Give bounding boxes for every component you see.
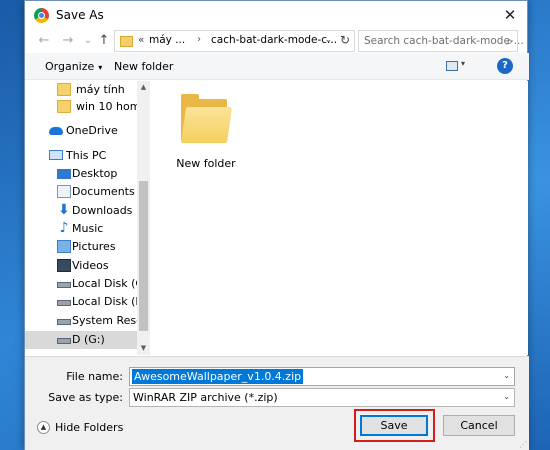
pictures-icon xyxy=(57,240,71,253)
caret-down-icon: ▾ xyxy=(98,63,103,72)
nav-item-d-g[interactable]: D (G:) xyxy=(25,331,137,349)
dialog-title: Save As xyxy=(56,8,104,22)
address-bar[interactable]: « máy ... › cach-bat-dark-mode-c... ⌄ ↻ xyxy=(114,30,355,52)
folder-icon xyxy=(57,100,71,113)
nav-item-local-disk-c[interactable]: Local Disk (C:) xyxy=(25,275,150,293)
search-input[interactable]: Search cach-bat-dark-mode-... ⌕ xyxy=(358,30,524,52)
chevron-down-icon[interactable]: ⌄ xyxy=(503,392,510,401)
desktop-icon xyxy=(57,169,71,179)
nav-item-this-pc[interactable]: This PC xyxy=(25,147,137,165)
cancel-button[interactable]: Cancel xyxy=(443,415,515,436)
new-folder-button[interactable]: New folder xyxy=(114,60,173,73)
computer-icon xyxy=(49,150,63,160)
chevron-down-icon[interactable]: ⌄ xyxy=(503,371,510,380)
nav-pane-scrollbar[interactable]: ▲ ▼ xyxy=(137,81,150,355)
breadcrumb-overflow[interactable]: « xyxy=(138,34,144,46)
videos-icon xyxy=(57,259,71,272)
back-button[interactable]: ← xyxy=(35,32,53,50)
scroll-up-icon[interactable]: ▲ xyxy=(137,81,150,94)
navigation-pane: máy tính win 10 home OneDrive This PC De… xyxy=(25,81,150,355)
help-button[interactable]: ? xyxy=(497,58,513,74)
nav-item-local-disk-e[interactable]: Local Disk (E:) xyxy=(25,293,150,311)
disk-icon xyxy=(57,338,71,344)
breadcrumb-segment[interactable]: cach-bat-dark-mode-c... xyxy=(211,34,337,46)
address-row: ← → ⌄ ↑ « máy ... › cach-bat-dark-mode-c… xyxy=(25,30,529,52)
refresh-icon[interactable]: ↻ xyxy=(340,33,350,47)
file-item-label: New folder xyxy=(176,157,236,170)
chevron-down-icon[interactable]: ⌄ xyxy=(324,35,332,45)
nav-item-label: Desktop xyxy=(72,167,118,180)
search-placeholder: Search cach-bat-dark-mode-... xyxy=(364,35,524,47)
documents-icon xyxy=(57,185,71,198)
save-as-type-label: Save as type: xyxy=(48,391,123,404)
nav-item-label: OneDrive xyxy=(66,124,118,137)
scrollbar-thumb[interactable] xyxy=(139,181,148,331)
breadcrumb-separator[interactable]: › xyxy=(197,34,201,45)
file-name-field[interactable]: AwesomeWallpaper_v1.0.4.zip ⌄ xyxy=(129,367,515,386)
resize-grip[interactable]: ⋰ xyxy=(519,440,527,449)
nav-item-label: D (G:) xyxy=(72,333,105,346)
nav-item-videos[interactable]: Videos xyxy=(25,257,137,275)
view-options-button[interactable]: ▾ xyxy=(446,59,470,73)
file-name-value[interactable]: AwesomeWallpaper_v1.0.4.zip xyxy=(132,369,304,384)
nav-item-pictures[interactable]: Pictures xyxy=(25,238,137,256)
folder-icon xyxy=(120,36,133,47)
music-icon: ♪ xyxy=(59,220,69,236)
nav-item-label: Pictures xyxy=(72,240,116,253)
save-button[interactable]: Save xyxy=(360,415,428,436)
save-as-type-select[interactable]: WinRAR ZIP archive (*.zip) ⌄ xyxy=(129,388,515,407)
nav-item-may-tinh[interactable]: máy tính xyxy=(25,81,137,99)
file-item-new-folder[interactable] xyxy=(179,89,235,153)
save-as-type-value: WinRAR ZIP archive (*.zip) xyxy=(133,391,278,404)
save-form: File name: AwesomeWallpaper_v1.0.4.zip ⌄… xyxy=(25,356,529,450)
title-bar: Save As ✕ xyxy=(25,1,527,30)
close-button[interactable]: ✕ xyxy=(499,4,521,26)
disk-icon xyxy=(57,300,71,306)
folder-icon xyxy=(57,83,71,96)
nav-item-music[interactable]: ♪ Music xyxy=(25,220,137,238)
download-icon: ⬇ xyxy=(58,202,70,218)
nav-item-label: Documents xyxy=(72,185,135,198)
disk-icon xyxy=(57,282,71,288)
nav-item-desktop[interactable]: Desktop xyxy=(25,165,137,183)
nav-item-documents[interactable]: Documents xyxy=(25,183,137,201)
nav-item-label: Videos xyxy=(72,259,109,272)
cloud-icon xyxy=(49,127,63,135)
save-as-dialog: Save As ✕ ← → ⌄ ↑ « máy ... › cach-bat-d… xyxy=(24,0,529,450)
nav-item-onedrive[interactable]: OneDrive xyxy=(25,122,137,140)
chrome-icon xyxy=(34,8,49,23)
organize-button[interactable]: Organize ▾ xyxy=(45,60,102,73)
forward-button[interactable]: → xyxy=(59,32,77,50)
nav-item-label: Downloads xyxy=(72,204,133,217)
disk-icon xyxy=(57,319,71,325)
nav-item-label: This PC xyxy=(66,149,107,162)
chevron-up-icon: ▲ xyxy=(37,421,50,434)
scroll-down-icon[interactable]: ▼ xyxy=(137,342,150,355)
caret-down-icon: ▾ xyxy=(461,59,466,68)
organize-label: Organize xyxy=(45,60,95,73)
view-icon xyxy=(446,61,458,71)
file-name-label: File name: xyxy=(66,370,123,383)
file-list: New folder xyxy=(151,81,528,355)
nav-item-downloads[interactable]: ⬇ Downloads xyxy=(25,202,137,220)
nav-item-system-reserved[interactable]: System Reserved xyxy=(25,312,150,330)
nav-item-label: Music xyxy=(72,222,104,235)
nav-item-win-10-home[interactable]: win 10 home xyxy=(25,98,147,116)
breadcrumb-segment[interactable]: máy ... xyxy=(149,34,185,46)
nav-item-label: máy tính xyxy=(76,83,125,96)
hide-folders-label: Hide Folders xyxy=(55,421,124,434)
search-icon: ⌕ xyxy=(506,34,513,48)
up-button[interactable]: ↑ xyxy=(95,32,113,50)
command-bar: Organize ▾ New folder ▾ ? xyxy=(25,53,529,80)
